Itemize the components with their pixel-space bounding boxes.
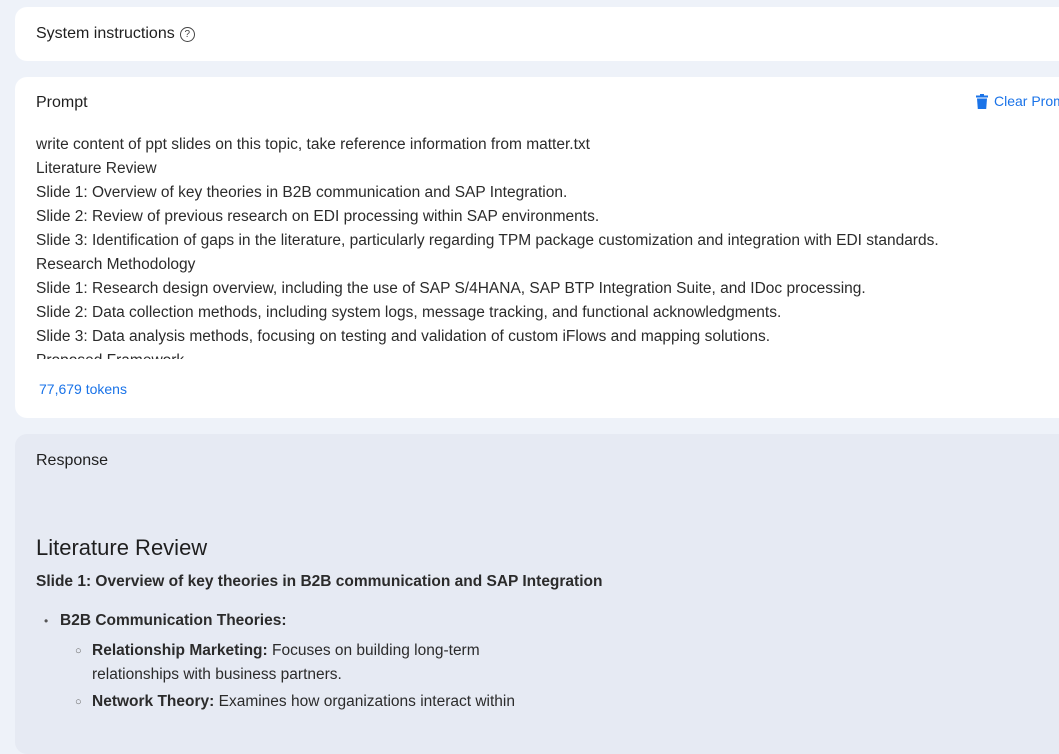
system-instructions-panel[interactable]: System instructions ? (15, 7, 1059, 61)
clear-prompt-button[interactable]: Clear Prompt (976, 93, 1059, 109)
response-heading: Literature Review (36, 535, 208, 560)
bullet-text: Examines how organizations interact with… (214, 693, 515, 710)
prompt-line: Slide 2: Review of previous research on … (36, 208, 600, 225)
clear-prompt-label: Clear Prompt (994, 93, 1059, 109)
prompt-line: Proposed Framework (36, 349, 1056, 359)
system-instructions-title: System instructions (36, 25, 175, 42)
bullet-circle-icon: ○ (75, 696, 82, 708)
prompt-line: Slide 3: Identification of gaps in the l… (36, 232, 939, 249)
prompt-line: Slide 1: Research design overview, inclu… (36, 280, 866, 297)
list-item: ○ Network Theory: Examines how organizat… (75, 690, 515, 714)
list-item: ○ Relationship Marketing: Focuses on bui… (75, 639, 515, 687)
bullet-term: Relationship Marketing: (92, 642, 268, 659)
prompt-line: Slide 2: Data collection methods, includ… (36, 304, 782, 321)
list-item: • B2B Communication Theories: (44, 612, 287, 630)
prompt-line: Research Methodology (36, 256, 196, 273)
response-slide-heading: Slide 1: Overview of key theories in B2B… (36, 573, 603, 590)
prompt-line: Slide 3: Data analysis methods, focusing… (36, 328, 771, 345)
response-panel: Response Literature Review Slide 1: Over… (15, 434, 1059, 754)
token-count: 77,679 tokens (39, 381, 127, 397)
prompt-line: Literature Review (36, 160, 157, 177)
response-title: Response (36, 452, 109, 469)
bullet-term: Network Theory: (92, 693, 215, 710)
prompt-line: write content of ppt slides on this topi… (36, 136, 590, 153)
prompt-title: Prompt (36, 94, 88, 111)
trash-icon (976, 93, 988, 109)
bullet-label: B2B Communication Theories: (60, 612, 287, 629)
bullet-circle-icon: ○ (75, 645, 82, 657)
help-icon[interactable]: ? (179, 27, 195, 42)
system-instructions-header[interactable]: System instructions ? (36, 25, 195, 43)
prompt-input[interactable]: write content of ppt slides on this topi… (36, 133, 1056, 359)
prompt-panel: Prompt Clear Prompt write content of ppt… (15, 77, 1059, 418)
prompt-line: Slide 1: Overview of key theories in B2B… (36, 184, 568, 201)
bullet-dot-icon: • (44, 614, 49, 628)
